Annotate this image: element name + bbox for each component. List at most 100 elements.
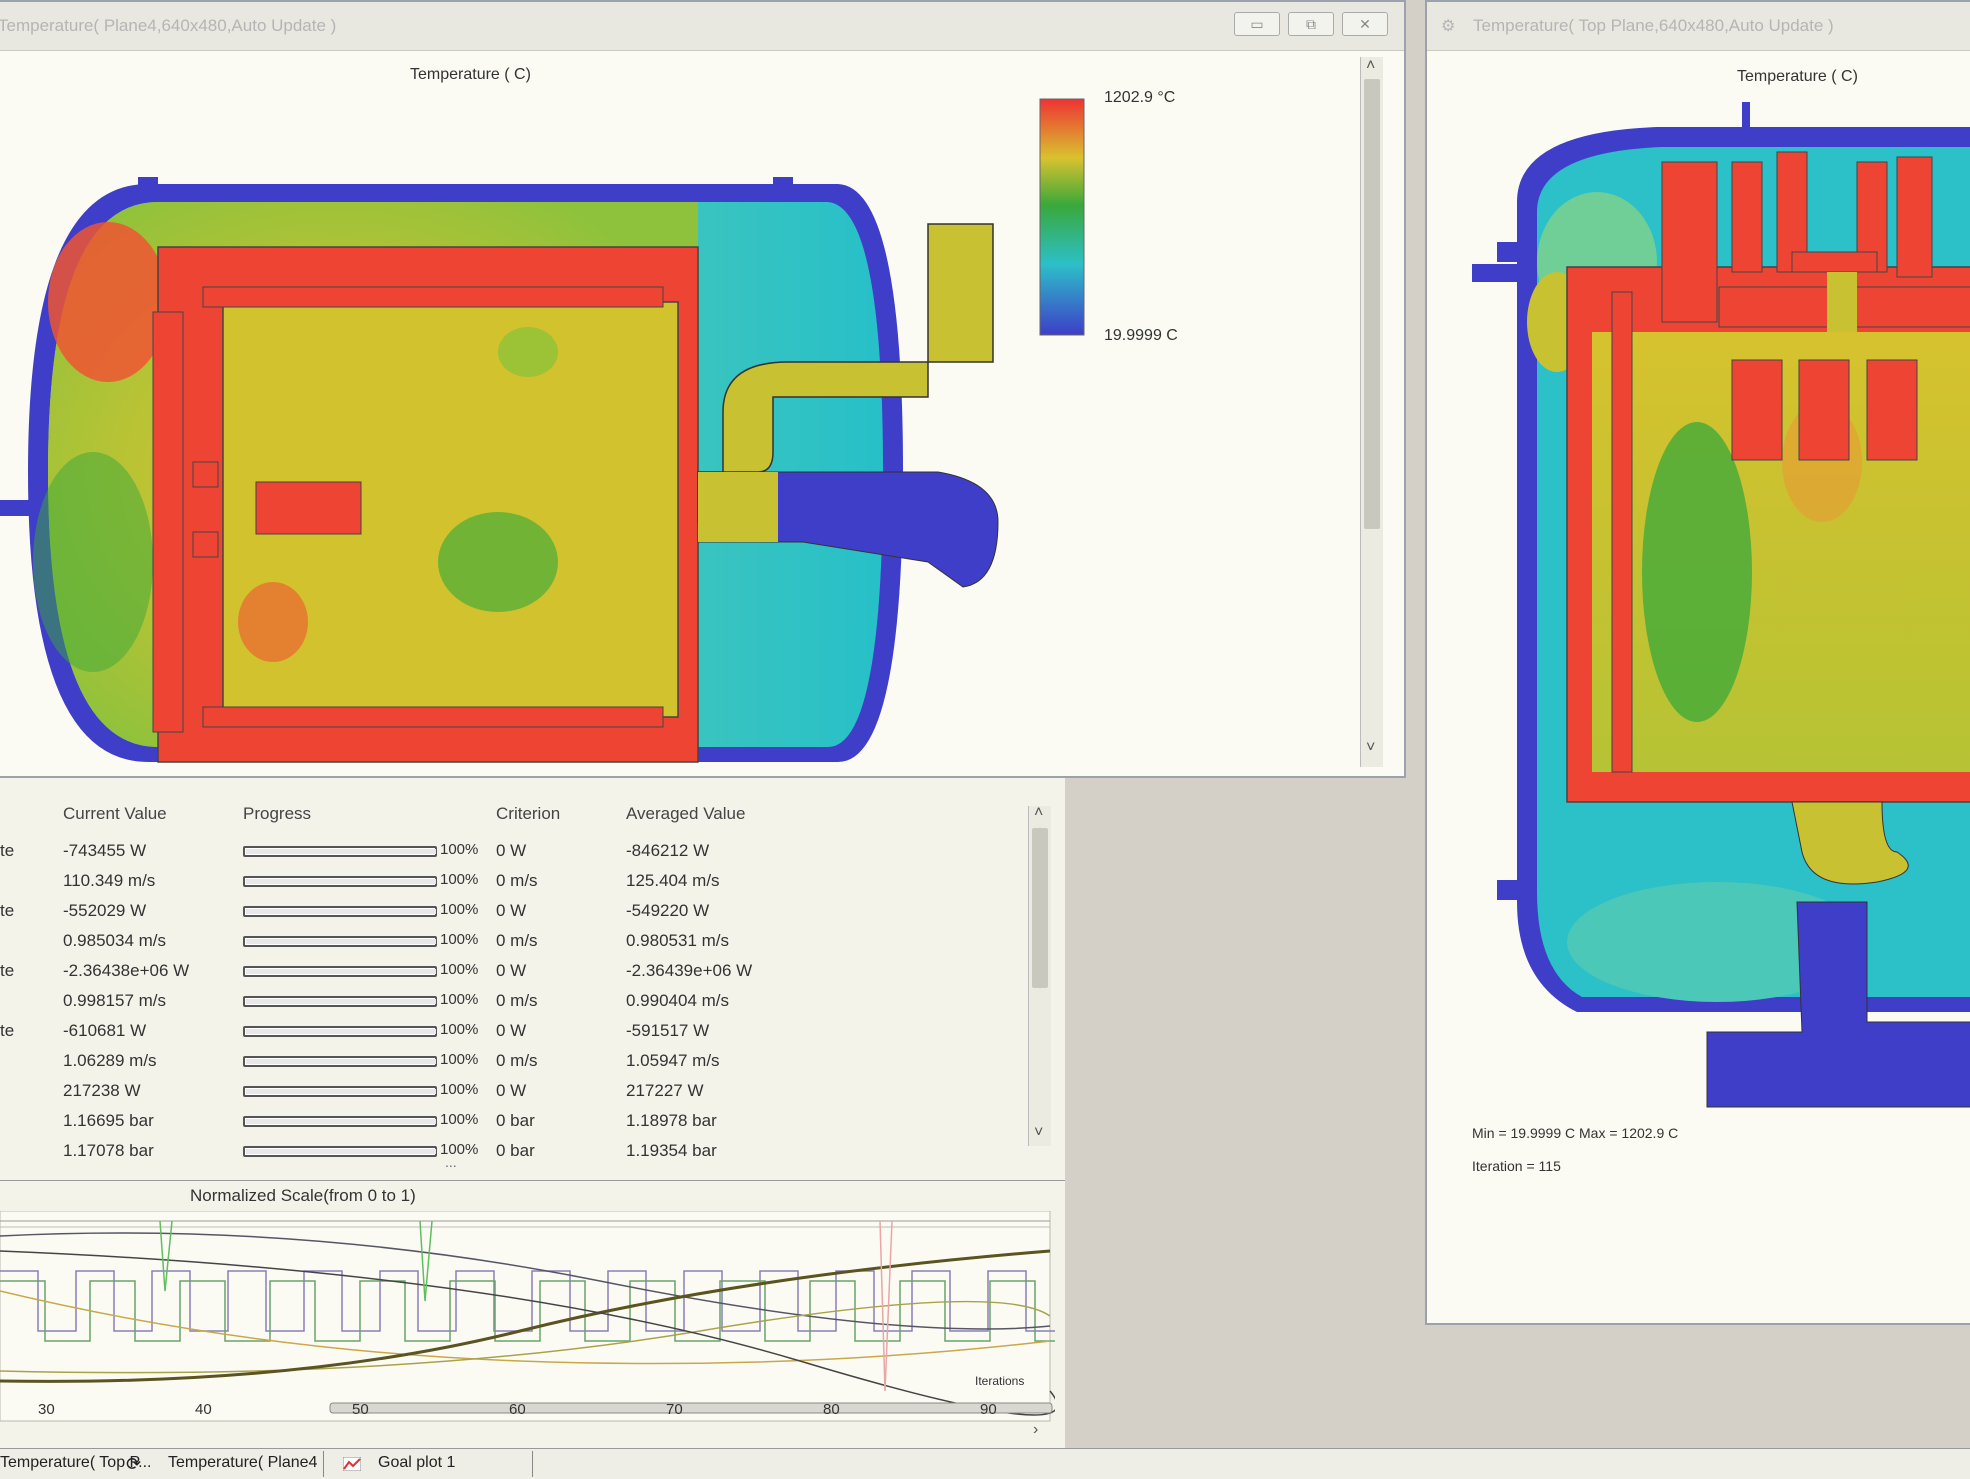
- header-averaged-value[interactable]: Averaged Value: [626, 804, 745, 824]
- tab-goal-plot-1[interactable]: Goal plot 1: [378, 1454, 455, 1472]
- goal-progress-bar: [243, 846, 437, 857]
- goal-table-row[interactable]: 0.985034 m/s 100% 0 m/s 0.980531 m/s: [0, 926, 1030, 956]
- goal-name: te: [0, 1021, 15, 1040]
- temperature-color-legend: [1039, 98, 1085, 336]
- goal-averaged-value: 1.19354 bar: [626, 1141, 717, 1160]
- plot-next-icon[interactable]: ›: [1033, 1421, 1038, 1439]
- chart-icon: [343, 1457, 361, 1471]
- goal-averaged-value: -591517 W: [626, 1021, 710, 1040]
- goal-averaged-value: -846212 W: [626, 841, 710, 860]
- goal-progress-percent: 100%: [440, 931, 479, 948]
- x-tick-label: 30: [38, 1401, 55, 1418]
- goal-averaged-value: -549220 W: [626, 901, 710, 920]
- goal-current-value: 110.349 m/s: [63, 871, 156, 890]
- plane4-scroll-thumb[interactable]: [1364, 79, 1380, 529]
- goal-progress-fill: [246, 879, 436, 884]
- document-tabs-bar: Temperature( Top P... ⟳ Temperature( Pla…: [0, 1448, 1970, 1479]
- scroll-up-icon[interactable]: ˄: [1034, 804, 1043, 822]
- scroll-up-icon[interactable]: ˄: [1366, 57, 1375, 75]
- goal-progress-fill: [246, 1089, 436, 1094]
- goal-criterion: 0 W: [496, 1081, 527, 1100]
- goal-table-row[interactable]: te -610681 W 100% 0 W -591517 W: [0, 1016, 1030, 1046]
- goal-plot-title: Normalized Scale(from 0 to 1): [190, 1186, 416, 1205]
- goal-progress-bar: [243, 996, 437, 1007]
- scroll-down-icon[interactable]: ˅: [1366, 739, 1375, 757]
- goals-scroll-thumb[interactable]: [1032, 828, 1048, 988]
- refresh-icon: ⟳: [126, 1454, 142, 1474]
- goal-averaged-value: 125.404 m/s: [626, 871, 720, 890]
- goal-table-row[interactable]: 110.349 m/s 100% 0 m/s 125.404 m/s: [0, 866, 1030, 896]
- x-tick-label: 80: [823, 1401, 840, 1418]
- goal-current-value: -610681 W: [63, 1021, 147, 1040]
- goal-progress-percent: 100%: [440, 961, 479, 978]
- goal-table-row[interactable]: te -743455 W 100% 0 W -846212 W: [0, 836, 1030, 866]
- goals-table-panel: Current Value Progress Criterion Average…: [0, 775, 1065, 1181]
- goal-table-row[interactable]: 1.17078 bar 100% 0 bar 1.19354 bar: [0, 1136, 1030, 1166]
- goal-progress-fill: [246, 999, 436, 1004]
- goal-progress-percent: 100%: [440, 1021, 479, 1038]
- goal-progress-fill: [246, 1119, 436, 1124]
- header-progress[interactable]: Progress: [243, 804, 311, 824]
- goal-table-row[interactable]: 1.06289 m/s 100% 0 m/s 1.05947 m/s: [0, 1046, 1030, 1076]
- goal-criterion: 0 W: [496, 841, 527, 860]
- x-tick-label: 60: [509, 1401, 526, 1418]
- goal-progress-bar: [243, 1056, 437, 1067]
- goal-averaged-value: 0.980531 m/s: [626, 931, 730, 950]
- goal-averaged-value: 217227 W: [626, 1081, 704, 1100]
- iterations-axis-label: Iterations: [975, 1374, 1025, 1388]
- goals-scrollbar[interactable]: ˄ ˅: [1028, 804, 1051, 1146]
- goal-progress-fill: [246, 969, 436, 974]
- goal-progress-bar: [243, 1146, 437, 1157]
- goal-current-value: 217238 W: [63, 1081, 141, 1100]
- goal-progress-bar: [243, 906, 437, 917]
- goal-progress-percent: 100%: [440, 1111, 479, 1128]
- goal-criterion: 0 bar: [496, 1111, 535, 1130]
- plot-horizontal-scrollbar[interactable]: [329, 1402, 1053, 1414]
- goal-progress-bar: [243, 966, 437, 977]
- goal-current-value: 0.998157 m/s: [63, 991, 167, 1010]
- goal-name: te: [0, 961, 15, 980]
- top-plane-contour-plot: [1472, 102, 1970, 1108]
- goal-criterion: 0 m/s: [496, 931, 538, 950]
- tab-divider: [323, 1451, 324, 1477]
- goal-current-value: -743455 W: [63, 841, 147, 860]
- header-criterion[interactable]: Criterion: [496, 804, 560, 824]
- goal-table-row[interactable]: te -2.36438e+06 W 100% 0 W -2.36439e+06 W: [0, 956, 1030, 986]
- x-tick-label: 70: [666, 1401, 683, 1418]
- x-tick-label: 90: [980, 1401, 997, 1418]
- scroll-down-icon[interactable]: ˅: [1034, 1124, 1043, 1142]
- plane4-vertical-scrollbar[interactable]: ˄ ˅: [1360, 57, 1383, 767]
- goal-table-row[interactable]: 0.998157 m/s 100% 0 m/s 0.990404 m/s: [0, 986, 1030, 1016]
- goal-table-row[interactable]: 1.16695 bar 100% 0 bar 1.18978 bar: [0, 1106, 1030, 1136]
- goal-progress-fill: [246, 939, 436, 944]
- goal-current-value: -552029 W: [63, 901, 147, 920]
- goal-current-value: 1.16695 bar: [63, 1111, 154, 1130]
- goal-progress-percent: 100%: [440, 871, 479, 888]
- goal-progress-percent: 100%: [440, 901, 479, 918]
- goal-criterion: 0 m/s: [496, 991, 538, 1010]
- goal-averaged-value: 1.05947 m/s: [626, 1051, 720, 1070]
- goal-progress-fill: [246, 909, 436, 914]
- tab-temperature-plane4[interactable]: Temperature( Plane4: [168, 1454, 317, 1472]
- goal-progress-bar: [243, 876, 437, 887]
- temperature-top-plane-window: ⚙ Temperature( Top Plane,640x480,Auto Up…: [1425, 0, 1970, 1325]
- goal-current-value: -2.36438e+06 W: [63, 961, 190, 980]
- goal-table-row[interactable]: te -552029 W 100% 0 W -549220 W: [0, 896, 1030, 926]
- goal-criterion: 0 W: [496, 961, 527, 980]
- x-tick-label: 40: [195, 1401, 212, 1418]
- goal-table-row[interactable]: 217238 W 100% 0 W 217227 W: [0, 1076, 1030, 1106]
- goal-progress-percent: 100%: [440, 1081, 479, 1098]
- goal-criterion: 0 m/s: [496, 871, 538, 890]
- iteration-readout: Iteration = 115: [1472, 1158, 1561, 1174]
- legend-max-label: 1202.9 °C: [1104, 89, 1176, 106]
- goal-progress-fill: [246, 1149, 436, 1154]
- header-current-value[interactable]: Current Value: [63, 804, 167, 824]
- goal-criterion: 0 bar: [496, 1141, 535, 1160]
- legend-min-label: 19.9999 C: [1104, 327, 1178, 344]
- goal-criterion: 0 W: [496, 901, 527, 920]
- goal-progress-fill: [246, 1029, 436, 1034]
- goal-criterion: 0 W: [496, 1021, 527, 1040]
- goal-averaged-value: 1.18978 bar: [626, 1111, 717, 1130]
- x-tick-label: 50: [352, 1401, 369, 1418]
- min-max-readout: Min = 19.9999 C Max = 1202.9 C: [1472, 1125, 1679, 1141]
